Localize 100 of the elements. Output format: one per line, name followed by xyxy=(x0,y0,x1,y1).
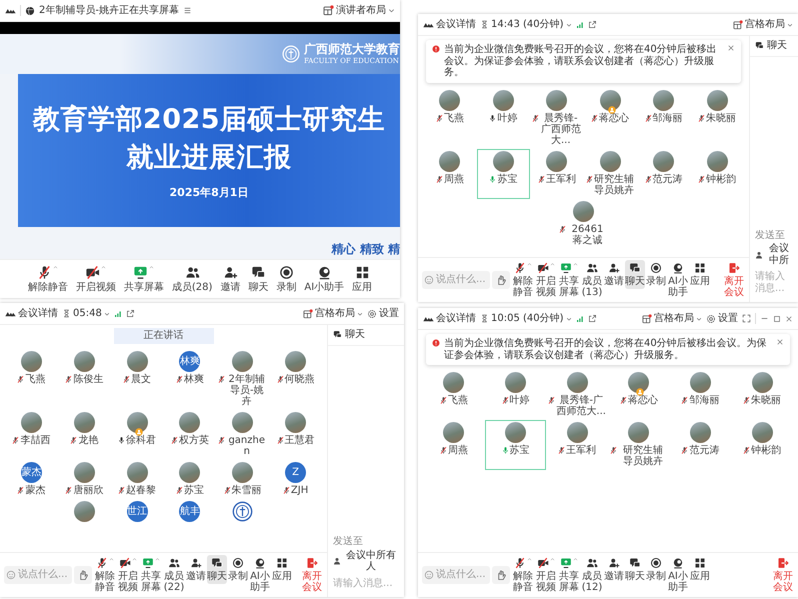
video-button[interactable]: 开启视频 xyxy=(535,555,557,595)
layout-button[interactable]: 宫格布局 xyxy=(303,308,363,320)
mic-button[interactable]: 解除静音 xyxy=(94,555,116,595)
video-button[interactable]: 开启视频 xyxy=(117,555,139,595)
share-button[interactable]: 共享屏幕 xyxy=(124,263,164,295)
participant-tile[interactable]: 徐科君 xyxy=(110,410,164,460)
leave-button[interactable]: 离开会议 xyxy=(772,555,794,595)
meeting-details-button[interactable]: 会议详情 xyxy=(423,312,476,324)
video-button[interactable]: 开启视频 xyxy=(76,263,116,295)
participant-tile[interactable]: Z ZJH xyxy=(269,460,322,498)
participant-tile[interactable]: 晨秀锋-广西师范大... xyxy=(530,88,584,148)
leave-button[interactable]: 离开会议 xyxy=(723,260,745,300)
participant-tile[interactable]: 晨秀锋-广西师范大... xyxy=(546,370,608,420)
raise-hand-button[interactable] xyxy=(74,566,92,584)
participant-tile[interactable]: 2年制辅导员-姚卉 xyxy=(216,348,270,410)
participant-tile[interactable]: 飞燕 xyxy=(423,88,477,148)
participant-tile[interactable]: 李喆西 xyxy=(5,410,58,460)
participant-tile[interactable]: 苏宝 xyxy=(476,148,530,198)
participant-tile[interactable]: ganzhen xyxy=(216,410,270,460)
participant-tile[interactable]: 周燕 xyxy=(423,148,477,198)
invite-button[interactable]: 邀请 xyxy=(604,555,624,584)
members-button[interactable]: 成员(28) xyxy=(172,263,212,295)
participant-tile[interactable]: 研究生辅导员姚卉 xyxy=(608,420,670,470)
chat-button[interactable]: 聊天 xyxy=(625,260,645,289)
participant-tile[interactable]: 飞燕 xyxy=(5,348,58,410)
mic-button[interactable]: 解除静音 xyxy=(512,555,534,595)
participant-tile[interactable]: 周燕 xyxy=(423,420,485,470)
participant-tile[interactable]: 苏宝 xyxy=(484,420,546,470)
participant-tile[interactable]: 叶婷 xyxy=(476,88,530,148)
participant-tile[interactable]: 龙艳 xyxy=(58,410,111,460)
participant-tile[interactable]: 蒋恋心 xyxy=(584,88,637,148)
comment-field[interactable]: 说点什么... xyxy=(422,271,490,289)
ai-button[interactable]: AI小助手 xyxy=(667,260,689,300)
members-button[interactable]: 成员(12) xyxy=(581,555,603,595)
participant-tile[interactable]: 陈俊生 xyxy=(58,348,111,410)
meeting-details-button[interactable]: 会议详情 xyxy=(423,18,476,30)
participant-tile[interactable]: 蒙杰 蒙杰 xyxy=(5,460,58,498)
recipient-selector[interactable]: 会议中所有人 xyxy=(333,550,399,572)
layout-button[interactable]: 宫格布局 xyxy=(642,312,702,324)
invite-button[interactable]: 邀请 xyxy=(220,263,240,295)
meeting-timer-button[interactable]: 14:43 (40分钟) xyxy=(480,18,572,30)
participant-tile[interactable]: 晨文 xyxy=(110,348,164,410)
record-button[interactable]: 录制 xyxy=(646,555,666,584)
ai-button[interactable]: AI小助手 xyxy=(249,555,271,595)
recipient-selector[interactable]: 会议中所 xyxy=(755,243,793,266)
chat-button[interactable]: 聊天 xyxy=(625,555,645,584)
settings-button[interactable]: 设置 xyxy=(367,308,399,320)
ai-button[interactable]: AI小助手 xyxy=(304,263,344,295)
apps-button[interactable]: 应用 xyxy=(272,555,292,584)
participant-tile[interactable]: 王军利 xyxy=(530,148,584,198)
leave-button[interactable]: 离开会议 xyxy=(301,555,323,595)
members-button[interactable]: 成员(22) xyxy=(163,555,185,595)
share-button[interactable]: 共享屏幕 xyxy=(140,555,162,595)
participant-tile[interactable]: 朱晓丽 xyxy=(731,370,793,420)
raise-hand-button[interactable] xyxy=(492,271,510,289)
chat-button[interactable]: 聊天 xyxy=(207,555,227,584)
share-button[interactable]: 共享屏幕 xyxy=(558,260,580,300)
participant-tile[interactable]: 范元涛 xyxy=(636,148,690,198)
meeting-details-button[interactable]: 会议详情 xyxy=(5,308,58,320)
participant-tile[interactable]: 叶婷 xyxy=(484,370,546,420)
participant-tile[interactable]: 邹海丽 xyxy=(636,88,690,148)
participant-tile[interactable]: 唐丽欣 xyxy=(58,460,111,498)
record-button[interactable]: 录制 xyxy=(646,260,666,289)
meeting-timer-button[interactable]: 05:48 xyxy=(62,308,110,320)
participant-tile[interactable]: 钟彬韵 xyxy=(731,420,793,470)
meeting-timer-button[interactable]: 10:05 (40分钟) xyxy=(480,312,572,324)
share-button[interactable]: 共享屏幕 xyxy=(558,555,580,595)
apps-button[interactable]: 应用 xyxy=(690,260,710,289)
raise-hand-button[interactable] xyxy=(492,566,510,584)
participant-tile[interactable]: 蒋恋心 xyxy=(608,370,670,420)
record-button[interactable]: 录制 xyxy=(276,263,296,295)
participant-tile[interactable]: 权方英 xyxy=(164,410,216,460)
participant-tile[interactable]: 王慧君 xyxy=(269,410,322,460)
mic-button[interactable]: 解除静音 xyxy=(28,263,68,295)
chat-button[interactable]: 聊天 xyxy=(248,263,268,295)
video-button[interactable]: 开启视频 xyxy=(535,260,557,300)
participant-tile[interactable]: 邹海丽 xyxy=(670,370,732,420)
invite-button[interactable]: 邀请 xyxy=(186,555,206,584)
participant-tile[interactable]: 朱雪丽 xyxy=(216,460,270,498)
apps-button[interactable]: 应用 xyxy=(690,555,710,584)
apps-button[interactable]: 应用 xyxy=(352,263,372,295)
layout-button[interactable]: 演讲者布局 xyxy=(323,4,395,16)
ai-button[interactable]: AI小助手 xyxy=(667,555,689,595)
participant-tile[interactable]: 航丰 xyxy=(164,498,216,524)
participant-tile[interactable]: 朱晓丽 xyxy=(690,88,744,148)
participant-tile[interactable]: 世江 xyxy=(110,498,164,524)
participant-tile[interactable]: 26461蒋之诚 xyxy=(556,198,610,248)
layout-button[interactable]: 宫格布局 xyxy=(733,18,793,30)
participant-tile[interactable]: 何晓燕 xyxy=(269,348,322,410)
invite-button[interactable]: 邀请 xyxy=(604,260,624,289)
comment-field[interactable]: 说点什么... xyxy=(4,566,72,584)
participant-tile[interactable]: 王军利 xyxy=(546,420,608,470)
comment-field[interactable]: 说点什么... xyxy=(422,566,490,584)
participant-tile[interactable]: 林爽 林爽 xyxy=(164,348,216,410)
record-button[interactable]: 录制 xyxy=(228,555,248,584)
participant-tile[interactable]: 飞燕 xyxy=(423,370,485,420)
participant-tile[interactable]: 苏宝 xyxy=(164,460,216,498)
participant-tile[interactable]: 范元涛 xyxy=(670,420,732,470)
participant-tile[interactable]: 赵春黎 xyxy=(110,460,164,498)
participant-tile[interactable]: 钟彬韵 xyxy=(690,148,744,198)
